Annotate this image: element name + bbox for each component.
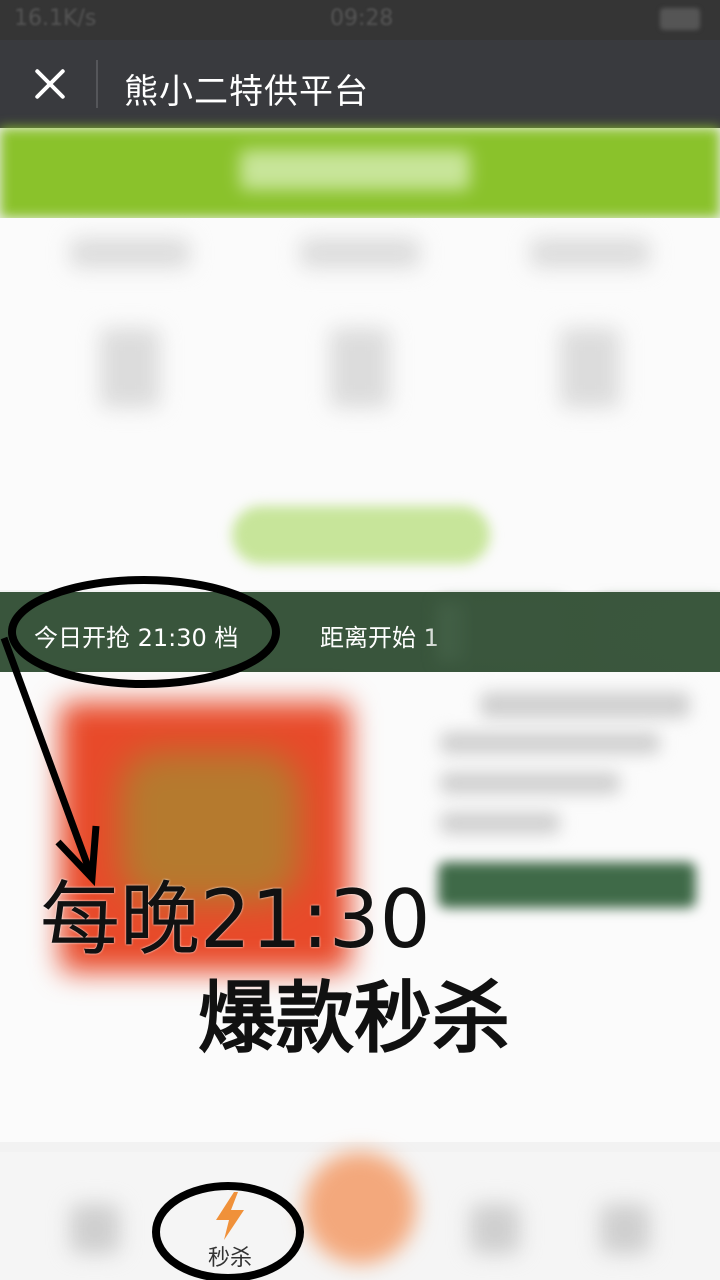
tab-cart-icon[interactable] <box>470 1204 520 1254</box>
close-icon[interactable] <box>28 62 72 106</box>
center-tab-button[interactable] <box>304 1152 416 1264</box>
buy-button[interactable] <box>438 862 696 908</box>
tab-home-icon[interactable] <box>70 1204 120 1254</box>
tab-seckill[interactable]: 秒杀 <box>176 1180 284 1276</box>
session-label: 今日开抢 21:30 档 <box>34 624 239 652</box>
title-bar: 熊小二特供平台 <box>0 40 720 128</box>
network-speed: 16.1K/s <box>14 6 97 31</box>
page-content: 今日开抢 21:30 档 距离开始 1 <box>0 128 720 1280</box>
tab-seckill-label: 秒杀 <box>207 1246 252 1271</box>
lightning-icon <box>216 1192 244 1240</box>
nav-divider <box>96 60 98 108</box>
countdown-bar: 今日开抢 21:30 档 距离开始 1 <box>0 592 720 672</box>
bottom-tab-bar <box>0 1152 720 1280</box>
annotation-line1: 每晚21:30 <box>40 873 431 966</box>
annotation-line2: 爆款秒杀 <box>198 974 511 1064</box>
green-pill-button[interactable] <box>232 506 490 564</box>
battery-icon <box>660 8 700 30</box>
status-bar: 16.1K/s 09:28 <box>0 0 720 40</box>
green-banner <box>0 128 720 218</box>
page-title: 熊小二特供平台 <box>124 72 369 112</box>
status-time: 09:28 <box>330 6 394 31</box>
tab-user-icon[interactable] <box>600 1204 650 1254</box>
